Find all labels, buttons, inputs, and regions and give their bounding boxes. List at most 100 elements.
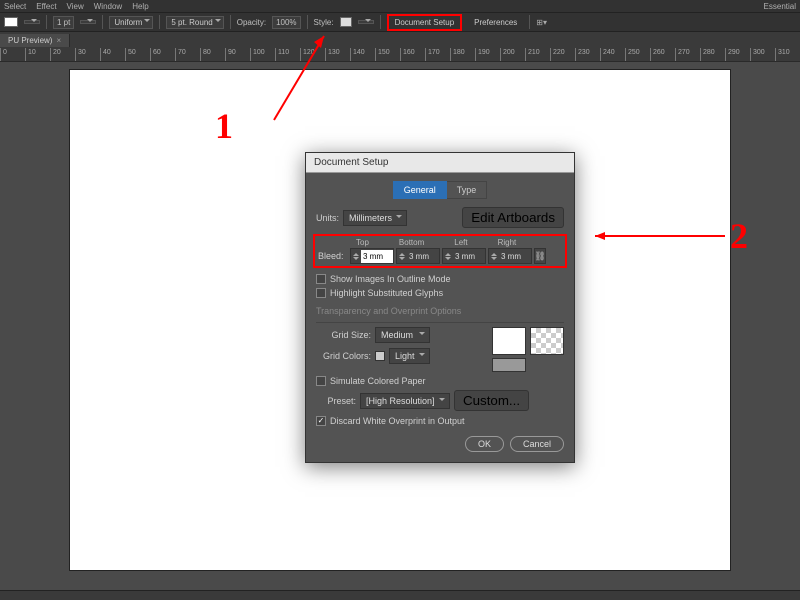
show-outline-label: Show Images In Outline Mode bbox=[330, 274, 451, 284]
highlight-glyphs-label: Highlight Substituted Glyphs bbox=[330, 288, 443, 298]
horizontal-scrollbar[interactable] bbox=[0, 590, 800, 600]
edit-artboards-button[interactable]: Edit Artboards bbox=[462, 207, 564, 228]
cancel-button[interactable]: Cancel bbox=[510, 436, 564, 452]
link-bleed-icon[interactable]: ⛓ bbox=[534, 248, 546, 264]
horizontal-ruler: 0102030405060708090100110120130140150160… bbox=[0, 48, 800, 62]
simulate-paper-label: Simulate Colored Paper bbox=[330, 376, 426, 386]
menu-view[interactable]: View bbox=[67, 2, 84, 11]
stepper-arrows-icon[interactable] bbox=[397, 249, 407, 263]
arrow-2-icon bbox=[590, 230, 730, 242]
preset-label: Preset: bbox=[316, 396, 356, 406]
grid-size-dropdown[interactable]: Medium bbox=[375, 327, 430, 343]
ruler-tick: 160 bbox=[400, 48, 425, 62]
preset-dropdown[interactable]: [High Resolution] bbox=[360, 393, 450, 409]
fill-swatch[interactable] bbox=[4, 17, 18, 27]
profile-dropdown[interactable]: Uniform bbox=[109, 16, 153, 29]
bleed-top-stepper[interactable] bbox=[350, 248, 394, 264]
discard-white-checkbox[interactable] bbox=[316, 416, 326, 426]
bleed-left-stepper[interactable] bbox=[442, 248, 486, 264]
ruler-tick: 290 bbox=[725, 48, 750, 62]
ruler-tick: 210 bbox=[525, 48, 550, 62]
brush-dropdown[interactable]: 5 pt. Round bbox=[166, 16, 223, 29]
tab-type[interactable]: Type bbox=[447, 181, 488, 199]
menu-window[interactable]: Window bbox=[94, 2, 122, 11]
ruler-tick: 20 bbox=[50, 48, 75, 62]
ruler-tick: 220 bbox=[550, 48, 575, 62]
grid-colors-dropdown[interactable]: Light bbox=[389, 348, 430, 364]
simulate-paper-checkbox[interactable] bbox=[316, 376, 326, 386]
annotation-2: 2 bbox=[730, 215, 748, 257]
bleed-header-top: Top bbox=[356, 238, 369, 247]
document-tab[interactable]: PU Preview) × bbox=[0, 34, 70, 47]
document-setup-button[interactable]: Document Setup bbox=[387, 14, 463, 31]
grid-colors-label: Grid Colors: bbox=[316, 351, 371, 361]
bleed-header-right: Right bbox=[498, 238, 517, 247]
bleed-bottom-input[interactable] bbox=[407, 250, 439, 263]
bleed-left-input[interactable] bbox=[453, 250, 485, 263]
menu-effect[interactable]: Effect bbox=[36, 2, 56, 11]
fill-dropdown[interactable] bbox=[24, 20, 40, 24]
stepper-arrows-icon[interactable] bbox=[489, 249, 499, 263]
dialog-title: Document Setup bbox=[306, 153, 574, 173]
ruler-tick: 60 bbox=[150, 48, 175, 62]
highlight-glyphs-checkbox[interactable] bbox=[316, 288, 326, 298]
dialog-tabs: General Type bbox=[316, 181, 564, 199]
ruler-tick: 40 bbox=[100, 48, 125, 62]
ruler-tick: 0 bbox=[0, 48, 25, 62]
close-icon[interactable]: × bbox=[56, 36, 61, 45]
bleed-right-input[interactable] bbox=[499, 250, 531, 263]
annotation-1: 1 bbox=[215, 105, 233, 147]
ruler-tick: 240 bbox=[600, 48, 625, 62]
bleed-header-left: Left bbox=[454, 238, 467, 247]
tab-general[interactable]: General bbox=[393, 181, 447, 199]
ruler-tick: 260 bbox=[650, 48, 675, 62]
stroke-weight[interactable]: 1 pt bbox=[53, 16, 74, 29]
ruler-tick: 90 bbox=[225, 48, 250, 62]
ok-button[interactable]: OK bbox=[465, 436, 504, 452]
transparency-preview-white bbox=[492, 327, 526, 355]
grid-color-swatch[interactable] bbox=[375, 351, 385, 361]
ruler-tick: 10 bbox=[25, 48, 50, 62]
menu-help[interactable]: Help bbox=[132, 2, 148, 11]
tab-label: PU Preview) bbox=[8, 36, 52, 45]
align-icon[interactable]: ⊞▾ bbox=[536, 18, 547, 27]
ruler-tick: 280 bbox=[700, 48, 725, 62]
ruler-tick: 300 bbox=[750, 48, 775, 62]
opacity-label: Opacity: bbox=[237, 18, 266, 27]
discard-white-label: Discard White Overprint in Output bbox=[330, 416, 465, 426]
stepper-arrows-icon[interactable] bbox=[351, 249, 361, 263]
ruler-tick: 230 bbox=[575, 48, 600, 62]
bleed-top-input[interactable] bbox=[361, 250, 393, 263]
ruler-tick: 70 bbox=[175, 48, 200, 62]
ruler-tick: 80 bbox=[200, 48, 225, 62]
transparency-preview-checker bbox=[530, 327, 564, 355]
opacity-value[interactable]: 100% bbox=[272, 16, 300, 29]
document-setup-dialog: Document Setup General Type Units: Milli… bbox=[305, 152, 575, 463]
transparency-preview-gray bbox=[492, 358, 526, 372]
style-dropdown[interactable] bbox=[358, 20, 374, 24]
transparency-section-title: Transparency and Overprint Options bbox=[316, 306, 564, 316]
ruler-tick: 250 bbox=[625, 48, 650, 62]
show-outline-checkbox[interactable] bbox=[316, 274, 326, 284]
menubar: Select Effect View Window Help Essential bbox=[0, 0, 800, 12]
bleed-right-stepper[interactable] bbox=[488, 248, 532, 264]
bleed-section: Top Bottom Left Right Bleed: ⛓ bbox=[313, 234, 567, 268]
units-label: Units: bbox=[316, 213, 339, 223]
bleed-bottom-stepper[interactable] bbox=[396, 248, 440, 264]
style-swatch[interactable] bbox=[340, 17, 352, 27]
ruler-tick: 150 bbox=[375, 48, 400, 62]
menu-select[interactable]: Select bbox=[4, 2, 26, 11]
document-tabs: PU Preview) × bbox=[0, 32, 800, 48]
ruler-tick: 200 bbox=[500, 48, 525, 62]
control-toolbar: 1 pt Uniform 5 pt. Round Opacity: 100% S… bbox=[0, 12, 800, 32]
ruler-tick: 50 bbox=[125, 48, 150, 62]
ruler-tick: 30 bbox=[75, 48, 100, 62]
stroke-dropdown[interactable] bbox=[80, 20, 96, 24]
stepper-arrows-icon[interactable] bbox=[443, 249, 453, 263]
ruler-tick: 310 bbox=[775, 48, 800, 62]
preferences-button[interactable]: Preferences bbox=[468, 16, 523, 29]
workspace-switcher[interactable]: Essential bbox=[764, 2, 796, 11]
bleed-header-bottom: Bottom bbox=[399, 238, 424, 247]
units-dropdown[interactable]: Millimeters bbox=[343, 210, 407, 226]
custom-preset-button[interactable]: Custom... bbox=[454, 390, 529, 411]
